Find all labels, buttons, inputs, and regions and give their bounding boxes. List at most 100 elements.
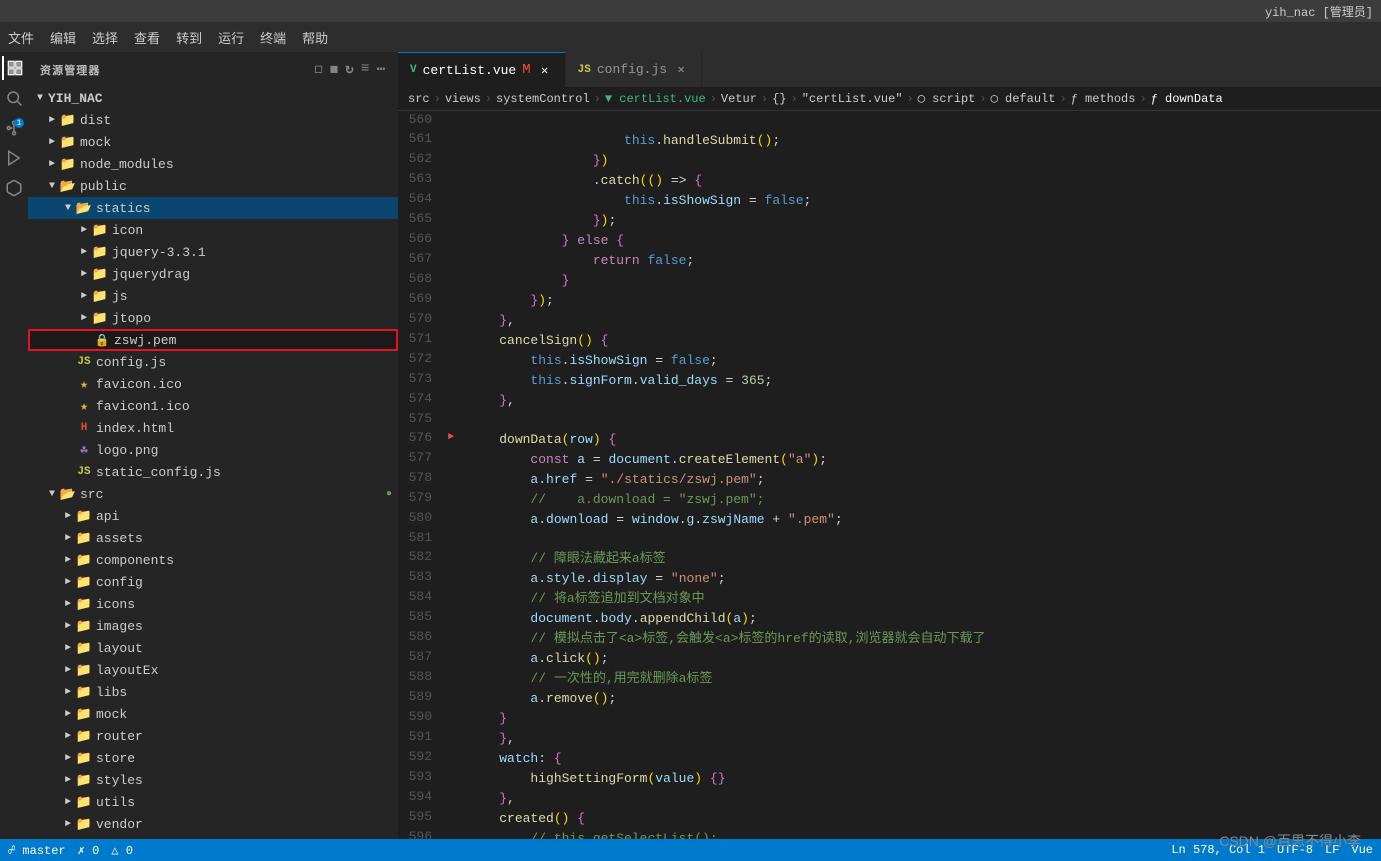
- st-arrow: ►: [60, 750, 76, 766]
- new-file-icon[interactable]: ◻: [314, 61, 324, 78]
- tab-certlist[interactable]: V certList.vue M ✕: [398, 52, 566, 87]
- more-icon[interactable]: ⋯: [376, 61, 386, 78]
- src-arrow: ▼: [44, 486, 60, 502]
- bc-vetur[interactable]: Vetur: [721, 92, 757, 106]
- activity-search[interactable]: [2, 86, 26, 110]
- sidebar-item-statics[interactable]: ▼ 📂 statics: [28, 197, 398, 219]
- activity-explorer[interactable]: [2, 56, 26, 80]
- activity-git[interactable]: 1: [2, 116, 26, 140]
- bc-src[interactable]: src: [408, 92, 430, 106]
- sidebar-item-components[interactable]: ► 📁 components: [28, 549, 398, 571]
- sidebar-item-index-html[interactable]: H index.html: [28, 417, 398, 439]
- sidebar-item-config-js[interactable]: JS config.js: [28, 351, 398, 373]
- collapse-icon[interactable]: ≡: [361, 61, 371, 78]
- tab-certlist-close[interactable]: ✕: [537, 62, 553, 78]
- png-icon: ☘: [76, 442, 92, 458]
- sidebar-item-mock[interactable]: ► 📁 mock: [28, 131, 398, 153]
- activity-debug[interactable]: [2, 146, 26, 170]
- sidebar-item-jtopo[interactable]: ► 📁 jtopo: [28, 307, 398, 329]
- status-errors[interactable]: ✗ 0: [78, 843, 100, 858]
- menu-terminal[interactable]: 终端: [260, 28, 286, 47]
- bc-certlist-vue[interactable]: ▼ certList.vue: [605, 92, 706, 106]
- code-editor[interactable]: 560 561 this.handleSubmit(); 562 }): [398, 111, 1381, 839]
- status-warnings[interactable]: △ 0: [111, 843, 133, 858]
- icons-arrow: ►: [60, 596, 76, 612]
- sidebar-item-config[interactable]: ► 📁 config: [28, 571, 398, 593]
- sidebar-item-mock2[interactable]: ► 📁 mock: [28, 703, 398, 725]
- rt-arrow: ►: [60, 728, 76, 744]
- status-encoding[interactable]: UTF-8: [1277, 843, 1313, 857]
- sidebar-item-src[interactable]: ▼ 📂 src ●: [28, 483, 398, 505]
- sidebar-item-api[interactable]: ► 📁 api: [28, 505, 398, 527]
- sidebar-header-icons: ◻ ◼ ↻ ≡ ⋯: [314, 61, 386, 78]
- folder-icon: 📁: [76, 816, 92, 832]
- sidebar-item-icons[interactable]: ► 📁 icons: [28, 593, 398, 615]
- bc-default[interactable]: ◯ default: [991, 91, 1056, 106]
- bc-braces[interactable]: {}: [772, 92, 786, 106]
- bc-methods[interactable]: ƒ methods: [1071, 92, 1136, 106]
- new-folder-icon[interactable]: ◼: [330, 61, 340, 78]
- sidebar-item-images[interactable]: ► 📁 images: [28, 615, 398, 637]
- bc-script[interactable]: ◯ script: [918, 91, 976, 106]
- menu-run[interactable]: 运行: [218, 28, 244, 47]
- menu-edit[interactable]: 编辑: [50, 28, 76, 47]
- tab-certlist-label: certList.vue: [423, 63, 517, 78]
- tab-configjs[interactable]: JS config.js ✕: [566, 52, 702, 87]
- code-line-569: 569 });: [398, 290, 1381, 310]
- bc-systemcontrol[interactable]: systemControl: [496, 92, 590, 106]
- sidebar-item-favicon[interactable]: ★ favicon.ico: [28, 373, 398, 395]
- status-language[interactable]: Vue: [1351, 843, 1373, 857]
- status-line-ending[interactable]: LF: [1325, 843, 1339, 857]
- bc-views[interactable]: views: [445, 92, 481, 106]
- img-arrow: ►: [60, 618, 76, 634]
- sidebar-item-js[interactable]: ► 📁 js: [28, 285, 398, 307]
- status-position[interactable]: Ln 578, Col 1: [1171, 843, 1265, 857]
- folder-icon: 📁: [92, 244, 108, 260]
- sidebar-item-public[interactable]: ▼ 📂 public: [28, 175, 398, 197]
- sidebar-item-libs[interactable]: ► 📁 libs: [28, 681, 398, 703]
- status-branch[interactable]: ☍ master: [8, 843, 66, 858]
- activity-extensions[interactable]: [2, 176, 26, 200]
- public-arrow: ▼: [44, 178, 60, 194]
- code-line-568: 568 }: [398, 270, 1381, 290]
- sidebar-item-store[interactable]: ► 📁 store: [28, 747, 398, 769]
- folder-icon: 📁: [76, 662, 92, 678]
- tab-configjs-close[interactable]: ✕: [673, 62, 689, 78]
- folder-icon: 📁: [92, 222, 108, 238]
- sidebar-item-jquery[interactable]: ► 📁 jquery-3.3.1: [28, 241, 398, 263]
- menu-view[interactable]: 查看: [134, 28, 160, 47]
- sidebar-item-assets[interactable]: ► 📁 assets: [28, 527, 398, 549]
- code-line-589: 589 a.remove();: [398, 688, 1381, 708]
- refresh-icon[interactable]: ↻: [345, 61, 355, 78]
- code-line-577: 577 const a = document.createElement("a"…: [398, 449, 1381, 469]
- folder-icon: 📁: [76, 772, 92, 788]
- sidebar-item-favicon1[interactable]: ★ favicon1.ico: [28, 395, 398, 417]
- sidebar-item-utils[interactable]: ► 📁 utils: [28, 791, 398, 813]
- sidebar-item-node-modules[interactable]: ► 📁 node_modules: [28, 153, 398, 175]
- sidebar-item-styles[interactable]: ► 📁 styles: [28, 769, 398, 791]
- sidebar-item-static-config-js[interactable]: JS static_config.js: [28, 461, 398, 483]
- sidebar-item-vendor[interactable]: ► 📁 vendor: [28, 813, 398, 835]
- tree-root[interactable]: ▼ YIH_NAC: [28, 87, 398, 109]
- sidebar-item-layoutex[interactable]: ► 📁 layoutEx: [28, 659, 398, 681]
- sidebar-item-logo-png[interactable]: ☘ logo.png: [28, 439, 398, 461]
- menu-select[interactable]: 选择: [92, 28, 118, 47]
- menu-goto[interactable]: 转到: [176, 28, 202, 47]
- code-line-580: 580 a.download = window.g.zswjName + ".p…: [398, 509, 1381, 529]
- code-line-565: 565 });: [398, 210, 1381, 230]
- folder-icon: 📁: [60, 112, 76, 128]
- sidebar-item-zswj-pem[interactable]: 🔒 zswj.pem: [28, 329, 398, 351]
- src-badge: ●: [386, 489, 392, 500]
- bc-certlist-str[interactable]: "certList.vue": [802, 92, 903, 106]
- sidebar-item-icon[interactable]: ► 📁 icon: [28, 219, 398, 241]
- menu-file[interactable]: 文件: [8, 28, 34, 47]
- code-line-581: 581: [398, 529, 1381, 548]
- bc-downdata[interactable]: ƒ downData: [1151, 92, 1223, 106]
- sidebar-item-jquerydrag[interactable]: ► 📁 jquerydrag: [28, 263, 398, 285]
- menu-help[interactable]: 帮助: [302, 28, 328, 47]
- lay-arrow: ►: [60, 640, 76, 656]
- sidebar-item-dist[interactable]: ► 📁 dist: [28, 109, 398, 131]
- code-line-590: 590 }: [398, 708, 1381, 728]
- sidebar-item-layout[interactable]: ► 📁 layout: [28, 637, 398, 659]
- sidebar-item-router[interactable]: ► 📁 router: [28, 725, 398, 747]
